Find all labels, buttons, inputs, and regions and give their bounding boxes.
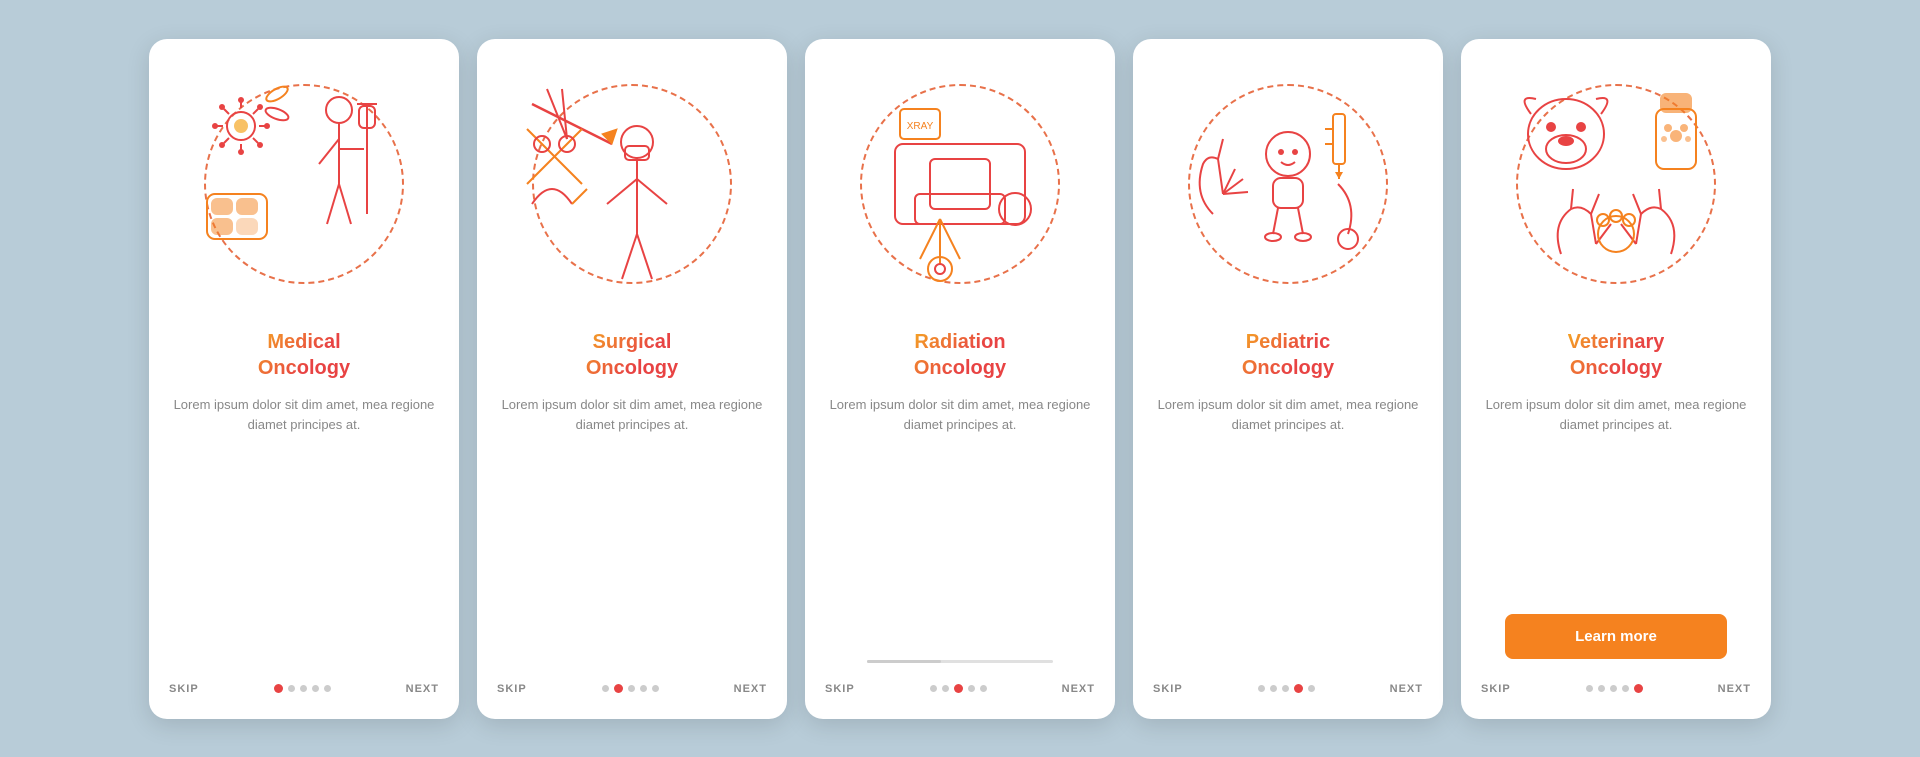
skip-button-surgical[interactable]: SKIP — [497, 683, 527, 695]
card-body-veterinary: Veterinary Oncology Lorem ipsum dolor si… — [1461, 329, 1771, 675]
nav-row-pediatric: SKIP NEXT — [1133, 683, 1443, 695]
cards-container: Medical Oncology Lorem ipsum dolor sit d… — [109, 9, 1811, 749]
dot-2 — [1270, 685, 1277, 692]
icon-radiation-oncology: XRAY — [840, 64, 1080, 304]
card-desc-radiation: Lorem ipsum dolor sit dim amet, mea regi… — [829, 395, 1091, 437]
card-illustration-radiation: XRAY — [805, 39, 1115, 329]
dot-4 — [968, 685, 975, 692]
dots-medical — [274, 684, 331, 693]
dot-5 — [1308, 685, 1315, 692]
icon-surgical-oncology — [512, 64, 752, 304]
icon-veterinary-oncology — [1496, 64, 1736, 304]
icon-medical-oncology — [184, 64, 424, 304]
card-radiation-oncology: XRAY — [805, 39, 1115, 719]
card-title-radiation: Radiation Oncology — [914, 329, 1006, 381]
card-pediatric-oncology: Pediatric Oncology Lorem ipsum dolor sit… — [1133, 39, 1443, 719]
skip-button-veterinary[interactable]: SKIP — [1481, 683, 1511, 695]
next-button-pediatric[interactable]: NEXT — [1390, 683, 1423, 695]
card-desc-surgical: Lorem ipsum dolor sit dim amet, mea regi… — [501, 395, 763, 437]
dots-pediatric — [1258, 684, 1315, 693]
next-button-radiation[interactable]: NEXT — [1062, 683, 1095, 695]
learn-more-button[interactable]: Learn more — [1505, 614, 1727, 659]
card-illustration-surgical — [477, 39, 787, 329]
dot-1 — [930, 685, 937, 692]
card-desc-medical: Lorem ipsum dolor sit dim amet, mea regi… — [173, 395, 435, 437]
card-desc-pediatric: Lorem ipsum dolor sit dim amet, mea regi… — [1157, 395, 1419, 437]
card-desc-veterinary: Lorem ipsum dolor sit dim amet, mea regi… — [1485, 395, 1747, 437]
card-title-pediatric: Pediatric Oncology — [1242, 329, 1334, 381]
card-footer-veterinary: Learn more — [1485, 614, 1747, 675]
dot-3 — [628, 685, 635, 692]
dot-1 — [1258, 685, 1265, 692]
card-body-radiation: Radiation Oncology Lorem ipsum dolor sit… — [805, 329, 1115, 660]
dot-5 — [980, 685, 987, 692]
card-title-medical: Medical Oncology — [258, 329, 350, 381]
dot-2 — [942, 685, 949, 692]
card-medical-oncology: Medical Oncology Lorem ipsum dolor sit d… — [149, 39, 459, 719]
dot-1 — [602, 685, 609, 692]
dot-2 — [614, 684, 623, 693]
card-veterinary-oncology: Veterinary Oncology Lorem ipsum dolor si… — [1461, 39, 1771, 719]
card-illustration-pediatric — [1133, 39, 1443, 329]
nav-row-surgical: SKIP NEXT — [477, 683, 787, 695]
next-button-veterinary[interactable]: NEXT — [1718, 683, 1751, 695]
progress-bar-radiation — [867, 660, 1053, 663]
card-title-veterinary: Veterinary Oncology — [1568, 329, 1665, 381]
next-button-surgical[interactable]: NEXT — [734, 683, 767, 695]
progress-bar-fill — [867, 660, 941, 663]
dot-1 — [1586, 685, 1593, 692]
card-title-surgical: Surgical Oncology — [586, 329, 678, 381]
card-body-medical: Medical Oncology Lorem ipsum dolor sit d… — [149, 329, 459, 675]
svg-text:XRAY: XRAY — [907, 121, 934, 132]
nav-row-radiation: SKIP NEXT — [805, 683, 1115, 695]
dots-veterinary — [1586, 684, 1643, 693]
dot-3 — [954, 684, 963, 693]
dot-4 — [312, 685, 319, 692]
dot-4 — [640, 685, 647, 692]
dot-3 — [300, 685, 307, 692]
dot-4 — [1622, 685, 1629, 692]
dot-3 — [1610, 685, 1617, 692]
skip-button-radiation[interactable]: SKIP — [825, 683, 855, 695]
dot-2 — [288, 685, 295, 692]
dot-5 — [324, 685, 331, 692]
dot-5 — [652, 685, 659, 692]
card-illustration-medical — [149, 39, 459, 329]
nav-row-medical: SKIP NEXT — [149, 683, 459, 695]
dot-1 — [274, 684, 283, 693]
card-illustration-veterinary — [1461, 39, 1771, 329]
card-body-pediatric: Pediatric Oncology Lorem ipsum dolor sit… — [1133, 329, 1443, 675]
skip-button-medical[interactable]: SKIP — [169, 683, 199, 695]
icon-pediatric-oncology — [1168, 64, 1408, 304]
card-body-surgical: Surgical Oncology Lorem ipsum dolor sit … — [477, 329, 787, 675]
dots-radiation — [930, 684, 987, 693]
dot-3 — [1282, 685, 1289, 692]
dot-2 — [1598, 685, 1605, 692]
nav-row-veterinary: SKIP NEXT — [1461, 683, 1771, 695]
skip-button-pediatric[interactable]: SKIP — [1153, 683, 1183, 695]
dots-surgical — [602, 684, 659, 693]
next-button-medical[interactable]: NEXT — [406, 683, 439, 695]
dot-5 — [1634, 684, 1643, 693]
card-surgical-oncology: Surgical Oncology Lorem ipsum dolor sit … — [477, 39, 787, 719]
dot-4 — [1294, 684, 1303, 693]
